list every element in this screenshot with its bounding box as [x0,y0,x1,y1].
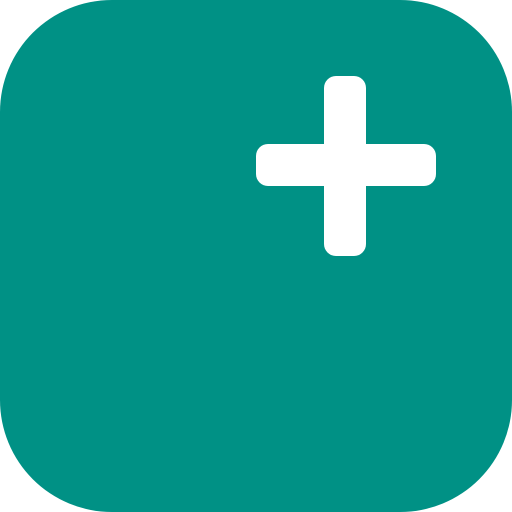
add-app-icon[interactable] [0,0,512,512]
plus-icon [256,76,436,256]
